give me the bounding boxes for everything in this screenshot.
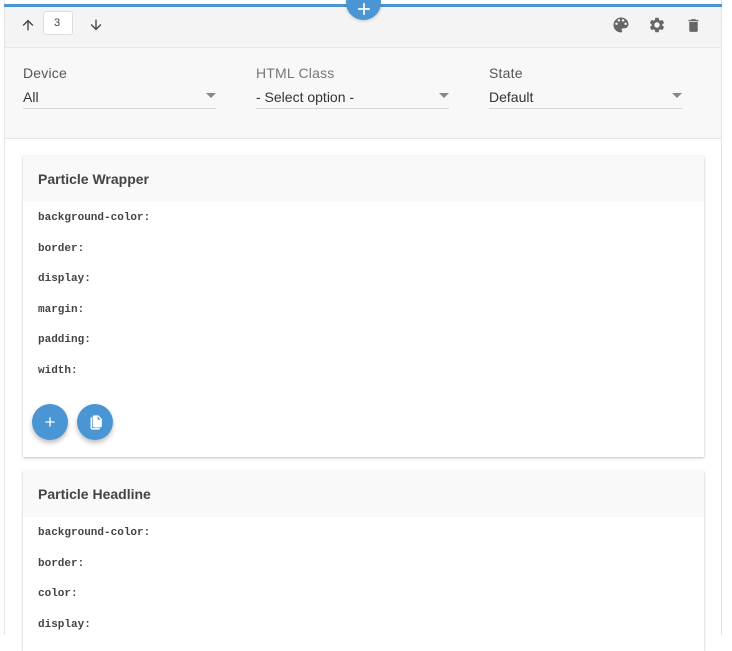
property-list: background-color: border: color: display… bbox=[23, 517, 704, 649]
card-title: Particle Wrapper bbox=[23, 156, 704, 202]
move-down-button[interactable] bbox=[85, 7, 107, 43]
position-input[interactable]: 3 bbox=[43, 11, 73, 35]
html-class-select[interactable]: - Select option - bbox=[256, 89, 449, 109]
property-item[interactable]: background-color: bbox=[38, 212, 689, 243]
style-button[interactable] bbox=[609, 7, 633, 43]
property-item[interactable]: display: bbox=[38, 619, 689, 650]
state-value: Default bbox=[489, 89, 534, 105]
palette-icon bbox=[613, 17, 629, 33]
style-filters: Device All HTML Class - Select option - … bbox=[5, 48, 721, 139]
state-label: State bbox=[489, 65, 523, 81]
trash-icon bbox=[688, 18, 698, 32]
move-up-button[interactable] bbox=[17, 7, 39, 43]
html-class-field: HTML Class - Select option - bbox=[256, 65, 449, 109]
style-card: Particle Headline background-color: bord… bbox=[23, 471, 704, 651]
device-value: All bbox=[23, 89, 39, 105]
delete-button[interactable] bbox=[681, 7, 705, 43]
property-list: background-color: border: display: margi… bbox=[23, 202, 704, 395]
plus-icon bbox=[45, 417, 55, 427]
copy-icon bbox=[90, 414, 102, 430]
state-select[interactable]: Default bbox=[489, 89, 682, 109]
arrow-up-icon bbox=[22, 19, 34, 31]
property-item[interactable]: width: bbox=[38, 365, 689, 396]
html-class-value: - Select option - bbox=[256, 89, 355, 105]
property-item[interactable]: background-color: bbox=[38, 527, 689, 558]
chevron-down-icon bbox=[206, 93, 216, 98]
state-field: State Default bbox=[489, 65, 682, 109]
style-card: Particle Wrapper background-color: borde… bbox=[23, 156, 704, 457]
plus-icon bbox=[357, 2, 370, 15]
chevron-down-icon bbox=[439, 93, 449, 98]
property-item[interactable]: padding: bbox=[38, 334, 689, 365]
html-class-label: HTML Class bbox=[256, 65, 335, 81]
copy-styles-button[interactable] bbox=[77, 404, 113, 440]
device-label: Device bbox=[23, 65, 67, 81]
device-field: Device All bbox=[23, 65, 216, 109]
chevron-down-icon bbox=[672, 93, 682, 98]
property-item[interactable]: margin: bbox=[38, 304, 689, 335]
card-title: Particle Headline bbox=[23, 471, 704, 517]
gear-icon bbox=[649, 17, 665, 33]
device-select[interactable]: All bbox=[23, 89, 216, 109]
property-item[interactable]: display: bbox=[38, 273, 689, 304]
property-item[interactable]: border: bbox=[38, 558, 689, 589]
property-item[interactable]: color: bbox=[38, 588, 689, 619]
arrow-down-icon bbox=[90, 19, 102, 31]
settings-button[interactable] bbox=[645, 7, 669, 43]
add-property-button[interactable] bbox=[32, 404, 68, 440]
property-item[interactable]: border: bbox=[38, 243, 689, 274]
